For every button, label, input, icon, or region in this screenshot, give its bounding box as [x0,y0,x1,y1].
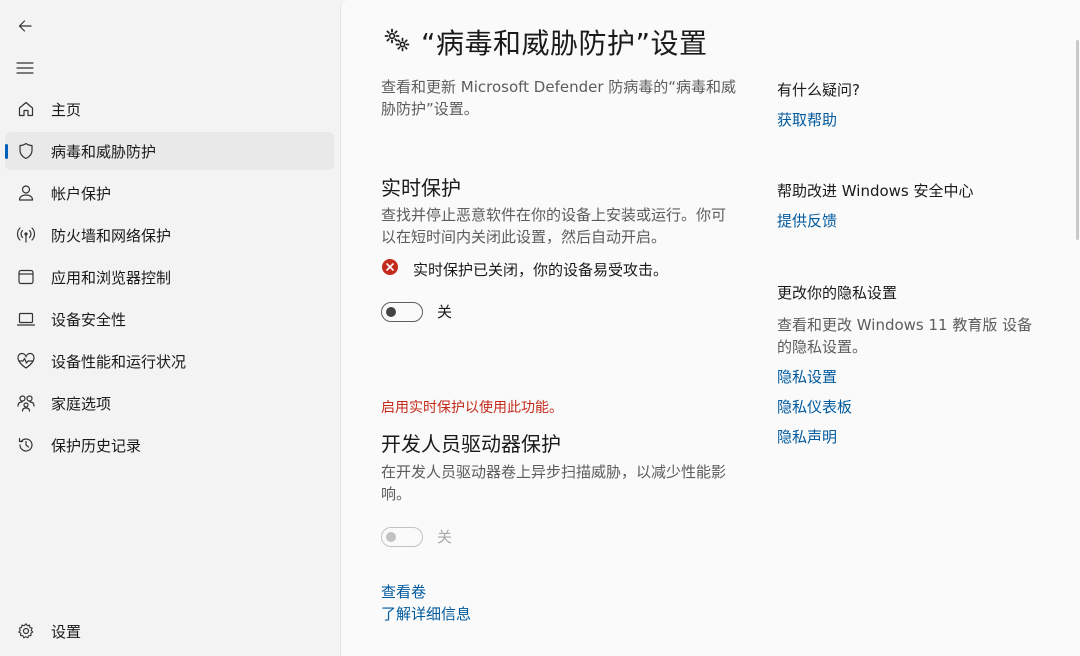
hamburger-menu-icon[interactable] [13,56,37,80]
page-description: 查看和更新 Microsoft Defender 防病毒的“病毒和威胁防护”设置… [381,78,737,118]
realtime-protection-description: 查找并停止恶意软件在你的设备上安装或运行。你可以在短时间内关闭此设置，然后自动开… [381,206,727,246]
privacy-dashboard-link[interactable]: 隐私仪表板 [777,396,852,417]
back-arrow-icon[interactable] [13,14,37,38]
page-title: “病毒和威胁防护”设置 [421,27,708,60]
nav-list: 主页 病毒和威胁防护 帐户保护 防火墙和网络保护 应用和浏览器控制 设备安全性 … [5,90,334,468]
broadcast-icon [16,225,36,245]
dev-drive-protection-toggle[interactable]: 关 [381,526,452,547]
dev-drive-protection-switch[interactable] [381,526,423,547]
sidebar-item-settings[interactable]: 设置 [5,612,334,650]
sidebar-item-device-performance[interactable]: 设备性能和运行状况 [5,342,334,380]
shield-icon [16,141,36,161]
sidebar-item-app-browser-control[interactable]: 应用和浏览器控制 [5,258,334,296]
realtime-protection-switch[interactable] [381,301,423,322]
sidebar-item-label: 家庭选项 [51,394,112,413]
navigation-sidebar: 主页 病毒和威胁防护 帐户保护 防火墙和网络保护 应用和浏览器控制 设备安全性 … [0,0,340,656]
switch-knob [386,306,396,317]
heart-pulse-icon [16,351,36,371]
privacy-description: 查看和更改 Windows 11 教育版 设备的隐私设置。 [777,316,1033,356]
sidebar-item-virus-protection[interactable]: 病毒和威胁防护 [5,132,334,170]
laptop-icon [16,309,36,329]
page-header: “病毒和威胁防护”设置 [383,22,708,62]
dev-drive-protection-description: 在开发人员驱动器卷上异步扫描威胁，以减少性能影响。 [381,463,727,503]
vertical-scrollbar[interactable] [1076,40,1079,240]
realtime-toggle-state: 关 [437,303,453,321]
home-icon [16,99,36,119]
give-feedback-link[interactable]: 提供反馈 [777,210,837,231]
privacy-statement-link[interactable]: 隐私声明 [777,426,837,447]
app-window-icon [16,267,36,287]
family-icon [16,393,36,413]
improve-security-center-title: 帮助改进 Windows 安全中心 [777,182,974,200]
realtime-protection-title: 实时保护 [381,176,461,200]
get-help-link[interactable]: 获取帮助 [777,109,837,130]
settings-label: 设置 [51,622,82,641]
realtime-alert: 实时保护已关闭，你的设备易受攻击。 [381,258,668,280]
realtime-alert-text: 实时保护已关闭，你的设备易受攻击。 [413,260,669,279]
dev-drive-protection-title: 开发人员驱动器保护 [381,432,561,456]
gears-icon [383,27,411,57]
sidebar-item-label: 设备安全性 [51,310,127,329]
sidebar-item-label: 主页 [51,100,82,119]
sidebar-item-label: 病毒和威胁防护 [51,142,157,161]
sidebar-item-home[interactable]: 主页 [5,90,334,128]
sidebar-item-label: 防火墙和网络保护 [51,226,172,245]
sidebar-item-family-options[interactable]: 家庭选项 [5,384,334,422]
dev-drive-toggle-state: 关 [437,528,453,546]
view-volumes-link[interactable]: 查看卷 [381,581,426,602]
gear-icon [16,621,36,641]
privacy-settings-title: 更改你的隐私设置 [777,284,898,302]
selection-indicator [5,144,8,159]
questions-title: 有什么疑问? [777,81,860,99]
history-icon [16,435,36,455]
person-icon [16,183,36,203]
error-circle-icon [381,258,399,280]
sidebar-item-device-security[interactable]: 设备安全性 [5,300,334,338]
sidebar-item-label: 帐户保护 [51,184,112,203]
switch-knob [386,531,396,542]
sidebar-item-label: 保护历史记录 [51,436,142,455]
sidebar-item-label: 应用和浏览器控制 [51,268,172,287]
sidebar-item-firewall[interactable]: 防火墙和网络保护 [5,216,334,254]
sidebar-item-account-protection[interactable]: 帐户保护 [5,174,334,212]
learn-more-link[interactable]: 了解详细信息 [381,603,471,624]
sidebar-item-label: 设备性能和运行状况 [51,352,187,371]
realtime-protection-toggle[interactable]: 关 [381,301,452,322]
privacy-settings-link[interactable]: 隐私设置 [777,366,837,387]
main-content: “病毒和威胁防护”设置 查看和更新 Microsoft Defender 防病毒… [340,0,1080,656]
enable-realtime-warning: 启用实时保护以使用此功能。 [381,400,563,416]
sidebar-item-protection-history[interactable]: 保护历史记录 [5,426,334,464]
